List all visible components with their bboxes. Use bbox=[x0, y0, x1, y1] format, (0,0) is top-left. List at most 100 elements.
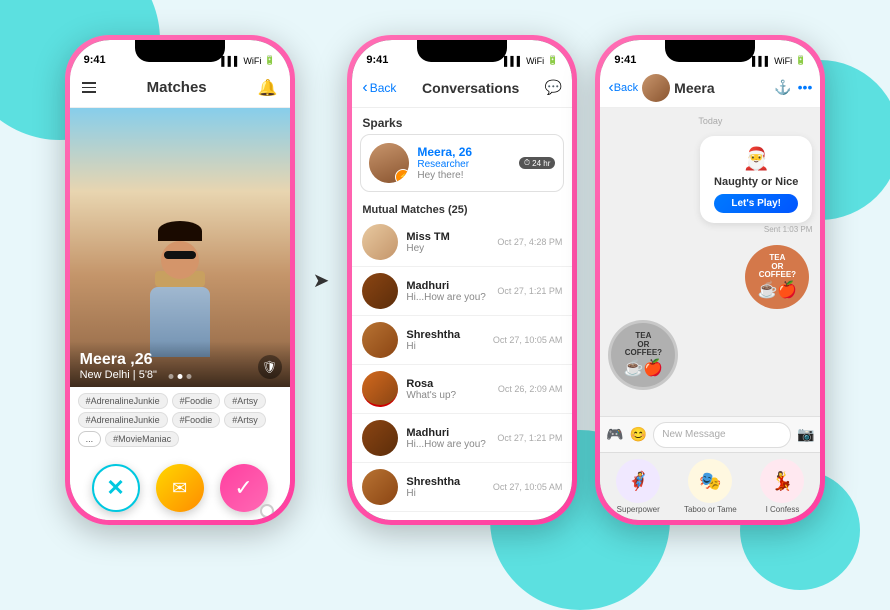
battery-icon: 🔋 bbox=[264, 55, 275, 66]
phone3: 9:41 ▌▌▌ WiFi 🔋 Back Meera bbox=[600, 40, 820, 520]
conv-avatar bbox=[362, 371, 398, 407]
taboo-icon: 🎭 bbox=[699, 471, 721, 492]
sticker1-container: TEAORCOFFEE? ☕🍎 bbox=[742, 242, 812, 312]
conv-name: Madhuri bbox=[406, 280, 489, 292]
sticker-icon: ☕🍎 bbox=[623, 358, 663, 378]
message-input[interactable]: New Message bbox=[653, 422, 791, 448]
conv-body: Miss TM Hey bbox=[406, 231, 489, 254]
conversations-header: Back Conversations 💬 bbox=[352, 68, 572, 108]
phone1: 9:41 ▌▌▌ WiFi 🔋 Matches 🔔 bbox=[70, 40, 290, 520]
timer-badge: ⏱ 24 hr bbox=[519, 157, 555, 169]
conv-name: Miss TM bbox=[406, 231, 489, 243]
profile-photo[interactable]: Meera ,26 New Delhi | 5'8" 🛡 bbox=[70, 108, 290, 387]
lets-play-button[interactable]: Let's Play! bbox=[714, 194, 798, 213]
conv-body: Madhuri Hi...How are you? bbox=[406, 427, 489, 450]
conv-preview: Hi bbox=[406, 488, 484, 499]
chat-back-button[interactable]: Back bbox=[608, 79, 638, 97]
spark-card[interactable]: ⚡ Meera, 26 Researcher Hey there! ⏱ 24 h… bbox=[360, 134, 564, 192]
today-label: Today bbox=[608, 116, 812, 126]
chat-name: Meera bbox=[674, 80, 770, 96]
signal-icon: ▌▌▌ bbox=[504, 56, 523, 66]
back-button[interactable]: Back bbox=[362, 79, 396, 97]
cursor-indicator: ↗ bbox=[260, 504, 274, 518]
matches-header: Matches 🔔 bbox=[70, 68, 290, 108]
chat-messages: Today 🎅 Naughty or Nice Let's Play! Sent… bbox=[600, 108, 820, 416]
conv-time: Oct 27, 4:28 PM bbox=[497, 237, 562, 247]
conv-item[interactable]: Miss TM Hey Oct 27, 4:28 PM bbox=[352, 218, 572, 267]
superlike-button[interactable]: ✉ bbox=[156, 464, 204, 512]
conv-item[interactable]: Shreshtha Hi Oct 27, 10:05 AM bbox=[352, 316, 572, 365]
conversation-list: Miss TM Hey Oct 27, 4:28 PM Madhuri Hi..… bbox=[352, 218, 572, 520]
conv-preview: Hi bbox=[406, 341, 484, 352]
conv-body: Shreshtha Hi bbox=[406, 476, 484, 499]
photo-dots bbox=[168, 374, 191, 379]
face bbox=[161, 241, 199, 279]
sticker-confess[interactable]: 💃 I Confess bbox=[760, 459, 804, 514]
phone1-status-icons: ▌▌▌ WiFi 🔋 bbox=[221, 55, 275, 66]
message-icon[interactable]: 💬 bbox=[545, 79, 562, 96]
sticker-taboo[interactable]: 🎭 Taboo or Tame bbox=[684, 459, 737, 514]
emoji-icon[interactable]: 😊 bbox=[630, 426, 647, 443]
hair bbox=[158, 221, 202, 241]
more-icon[interactable]: ••• bbox=[798, 79, 813, 96]
matches-title: Matches bbox=[147, 79, 207, 96]
conv-preview: Hi...How are you? bbox=[406, 439, 489, 450]
dislike-button[interactable]: ✕ bbox=[92, 464, 140, 512]
signal-icon: ▌▌▌ bbox=[221, 56, 240, 66]
profile-name: Meera ,26 bbox=[80, 351, 280, 369]
hamburger-icon[interactable] bbox=[82, 82, 96, 93]
tags-row-1: #AdrenalineJunkie #Foodie #Artsy bbox=[78, 393, 282, 409]
spark-badge: ⚡ bbox=[395, 169, 409, 183]
phone2-outer: 9:41 ▌▌▌ WiFi 🔋 Back Conversations 💬 bbox=[347, 35, 577, 525]
tag: #Foodie bbox=[172, 412, 221, 428]
conv-time: Oct 27, 10:05 AM bbox=[493, 335, 563, 345]
game-card[interactable]: 🎅 Naughty or Nice Let's Play! bbox=[700, 136, 812, 223]
tag-ellipsis: ... bbox=[78, 431, 102, 447]
phone3-outer: 9:41 ▌▌▌ WiFi 🔋 Back Meera bbox=[595, 35, 825, 525]
phone3-status-icons: ▌▌▌ WiFi 🔋 bbox=[752, 55, 806, 66]
back-label: Back bbox=[370, 81, 397, 95]
x-icon: ✕ bbox=[106, 475, 124, 501]
tag: #Artsy bbox=[224, 412, 266, 428]
notification-icon[interactable]: 🔔 bbox=[258, 78, 278, 98]
check-icon: ✓ bbox=[234, 475, 252, 501]
phone1-wrapper: 9:41 ▌▌▌ WiFi 🔋 Matches 🔔 bbox=[65, 35, 295, 525]
sparks-label: Sparks bbox=[352, 108, 572, 134]
spark-role: Researcher bbox=[417, 159, 511, 170]
profile-overlay: Meera ,26 New Delhi | 5'8" bbox=[70, 341, 290, 387]
conv-avatar bbox=[362, 224, 398, 260]
conv-body: Rosa What's up? bbox=[406, 378, 489, 401]
shield-icon[interactable]: 🛡 bbox=[258, 355, 282, 379]
conv-avatar bbox=[362, 469, 398, 505]
phone3-screen: Back Meera ⚓ ••• Today 🎅 bbox=[600, 68, 820, 520]
sticker-superpower[interactable]: 🦸 Superpower bbox=[616, 459, 660, 514]
phone3-time: 9:41 bbox=[614, 54, 636, 66]
sent-time: Sent 1:03 PM bbox=[700, 225, 812, 234]
confess-circle: 💃 bbox=[760, 459, 804, 503]
chat-avatar[interactable] bbox=[642, 74, 670, 102]
anchor-icon[interactable]: ⚓ bbox=[774, 79, 791, 96]
conv-name: Shreshtha bbox=[406, 329, 484, 341]
game-card-container: 🎅 Naughty or Nice Let's Play! Sent 1:03 … bbox=[700, 136, 812, 234]
taboo-circle: 🎭 bbox=[688, 459, 732, 503]
signal-icon: ▌▌▌ bbox=[752, 56, 771, 66]
tags-row-3: ... #MovieManiac bbox=[78, 431, 282, 447]
battery-icon: 🔋 bbox=[795, 55, 806, 66]
message-placeholder: New Message bbox=[662, 429, 725, 440]
conv-item[interactable]: Shreshtha Hi Oct 27, 10:05 AM bbox=[352, 463, 572, 512]
conv-item[interactable]: Madhuri Hi...How are you? Oct 27, 1:21 P… bbox=[352, 267, 572, 316]
like-button[interactable]: ✓ ↗ bbox=[220, 464, 268, 512]
sticker-tea2: TEAORCOFFEE? ☕🍎 bbox=[608, 320, 678, 390]
conv-item[interactable]: Madhuri Hi...How are you? Oct 27, 1:21 P… bbox=[352, 414, 572, 463]
tags-section: #AdrenalineJunkie #Foodie #Artsy #Adrena… bbox=[70, 387, 290, 456]
superpower-circle: 🦸 bbox=[616, 459, 660, 503]
conv-item[interactable]: Rosa What's up? Oct 26, 2:09 AM bbox=[352, 365, 572, 414]
sticker-tray: 🦸 Superpower 🎭 Taboo or Tame 💃 bbox=[600, 452, 820, 520]
mutual-matches-label: Mutual Matches (25) bbox=[352, 200, 572, 218]
chat-input-bar: 🎮 😊 New Message 📷 bbox=[600, 416, 820, 452]
camera-icon[interactable]: 📷 bbox=[797, 426, 814, 443]
conv-name: Rosa bbox=[406, 378, 489, 390]
gamepad-icon[interactable]: 🎮 bbox=[606, 426, 623, 443]
phone2-time: 9:41 bbox=[366, 54, 388, 66]
sticker2-container: TEAORCOFFEE? ☕🍎 bbox=[608, 320, 678, 390]
